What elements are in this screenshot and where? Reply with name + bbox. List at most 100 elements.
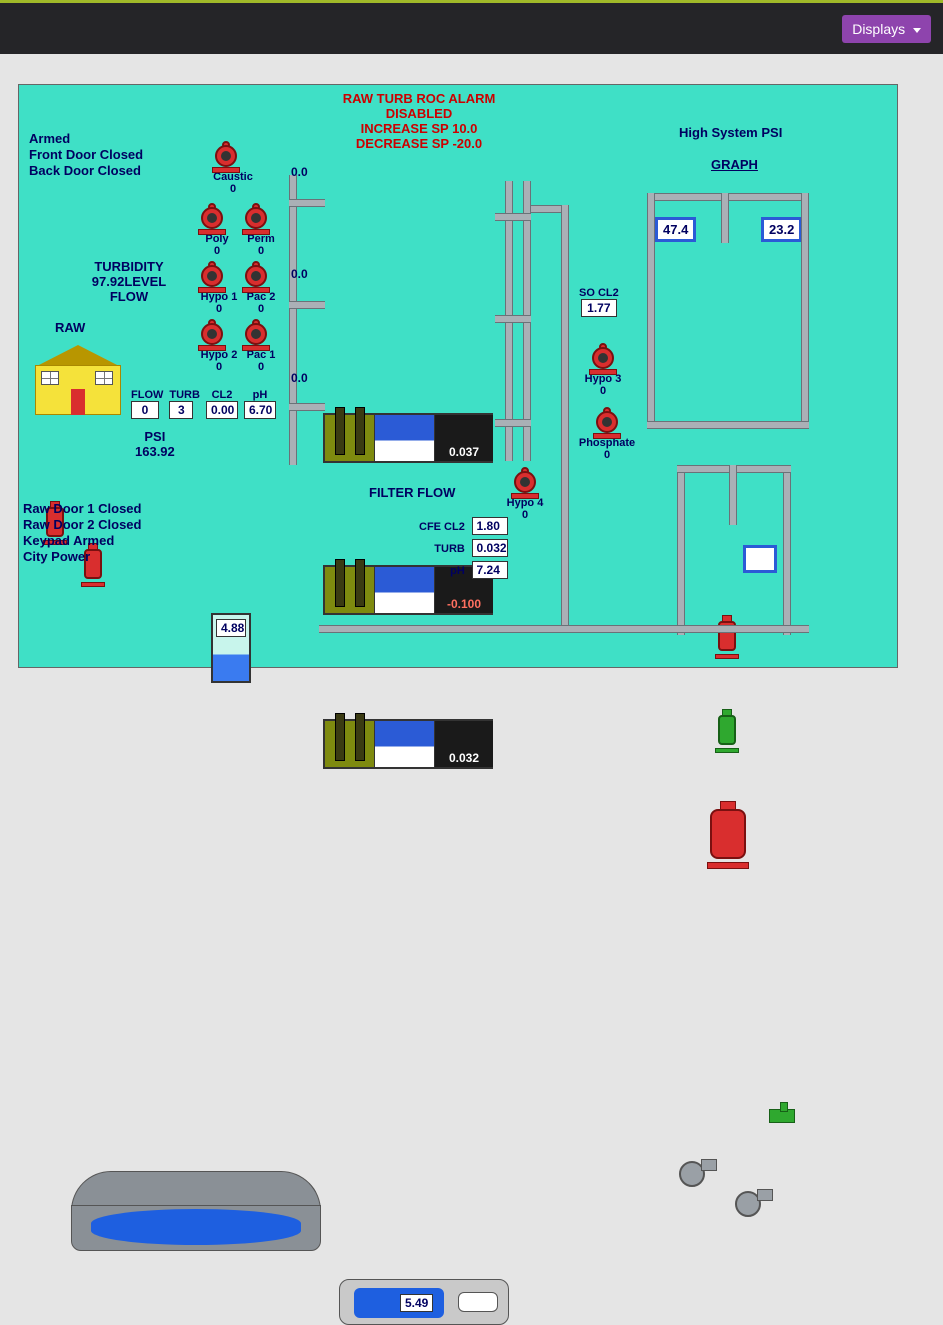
cfe-cl2-lbl: CFE CL2 <box>419 521 465 533</box>
clearwell-icon[interactable] <box>71 1171 321 1251</box>
basin-icon[interactable]: 5.49 <box>339 1279 509 1325</box>
raw-readouts: FLOW0 TURB3 CL20.00 pH6.70 <box>129 387 278 421</box>
raw-turb-val[interactable]: 3 <box>169 401 193 419</box>
pump-icon <box>241 319 271 349</box>
pump-pac1[interactable]: Pac 1 0 <box>241 319 281 373</box>
so-cl2-val[interactable]: 1.77 <box>581 299 617 317</box>
pump-phosphate-val: 0 <box>575 449 639 461</box>
chevron-down-icon <box>913 28 921 33</box>
raw-cl2-lbl: CL2 <box>206 389 238 401</box>
pump-hypo4-val: 0 <box>501 509 549 521</box>
pump-icon <box>211 141 241 171</box>
raw-ph-lbl: pH <box>244 389 276 401</box>
pump-icon <box>197 203 227 233</box>
filter-3[interactable]: 0.199 0.032 <box>323 719 493 769</box>
cfe-turb-val[interactable]: 0.032 <box>472 539 508 557</box>
pipe <box>721 193 729 243</box>
raw-ph-val[interactable]: 6.70 <box>244 401 276 419</box>
cfe-turb-lbl: TURB <box>434 543 465 555</box>
status-raw-door1: Raw Door 1 Closed <box>23 501 141 517</box>
graph-link[interactable]: GRAPH <box>711 157 758 172</box>
psi-box-2[interactable]: 23.2 <box>761 217 802 242</box>
basin-aux-icon <box>458 1292 498 1312</box>
pump-icon <box>510 467 540 497</box>
pump-hypo1-val: 0 <box>197 303 241 315</box>
pump-pac2[interactable]: Pac 2 0 <box>241 261 281 315</box>
blower-1-icon[interactable] <box>679 1159 715 1189</box>
pipe <box>289 175 297 465</box>
top-bar: Displays <box>0 0 943 54</box>
displays-dropdown[interactable]: Displays <box>842 15 931 43</box>
pump-icon <box>197 261 227 291</box>
pump-caustic[interactable]: Caustic 0 <box>211 141 255 195</box>
status-keypad: Keypad Armed <box>23 533 141 549</box>
pump-poly[interactable]: Poly 0 <box>197 203 237 257</box>
raw-cl2-val[interactable]: 0.00 <box>206 401 238 419</box>
hs-pump-large-icon[interactable] <box>707 801 749 867</box>
status-block-bottom: Raw Door 1 Closed Raw Door 2 Closed Keyp… <box>23 501 141 565</box>
filter1-flow: 0.0 <box>291 165 308 179</box>
cfe-block: CFE CL2 1.80 TURB 0.032 pH 7.24 <box>419 517 508 579</box>
pump-perm-val: 0 <box>241 245 281 257</box>
pump-icon <box>197 319 227 349</box>
pump-hypo2[interactable]: Hypo 2 0 <box>197 319 241 373</box>
pipe <box>783 465 791 635</box>
pump-icon <box>241 261 271 291</box>
pump-icon <box>588 343 618 373</box>
pump-pac2-val: 0 <box>241 303 281 315</box>
hs-pump-green-icon[interactable] <box>715 709 739 751</box>
alarm-line3: INCREASE SP 10.0 <box>319 121 519 136</box>
pump-phosphate[interactable]: Phosphate 0 <box>575 407 639 461</box>
alarm-line1: RAW TURB ROC ALARM <box>319 91 519 106</box>
so-cl2-block: SO CL2 1.77 <box>579 287 619 317</box>
filter3-flow: 0.0 <box>291 371 308 385</box>
filter3-val2: 0.032 <box>435 751 493 765</box>
filter3-level: 0.199 <box>375 751 434 765</box>
pump-hypo3-val: 0 <box>579 385 627 397</box>
turbidity-label: TURBIDITY <box>69 259 189 274</box>
cfe-cl2-val[interactable]: 1.80 <box>472 517 508 535</box>
hs-pump-red-icon[interactable] <box>715 615 739 657</box>
status-armed: Armed <box>29 131 143 147</box>
filter-1[interactable]: 0.184 0.037 <box>323 413 493 463</box>
hs-box-icon[interactable] <box>743 545 777 573</box>
pump-perm[interactable]: Perm 0 <box>241 203 281 257</box>
pump-hypo2-val: 0 <box>197 361 241 373</box>
turbidity-level-lbl: LEVEL <box>124 274 166 289</box>
status-power: City Power <box>23 549 141 565</box>
valve-green-icon[interactable] <box>769 1109 795 1123</box>
pump-caustic-val: 0 <box>211 183 255 195</box>
cfe-ph-val[interactable]: 7.24 <box>472 561 508 579</box>
psi-box-1[interactable]: 47.4 <box>655 217 696 242</box>
level-tank-icon[interactable]: 4.88 <box>211 613 251 683</box>
pump-hypo4[interactable]: Hypo 4 0 <box>501 467 549 521</box>
pipe <box>647 193 655 423</box>
pipe <box>561 205 569 625</box>
raw-turb-lbl: TURB <box>169 389 200 401</box>
pipe <box>677 465 685 635</box>
turbidity-flow-lbl: FLOW <box>69 289 189 304</box>
alarm-line2: DISABLED <box>319 106 519 121</box>
filter1-level: 0.184 <box>375 445 434 459</box>
blower-2-icon[interactable] <box>735 1189 771 1219</box>
raw-psi-block: PSI 163.92 <box>135 429 175 459</box>
pump-hypo3[interactable]: Hypo 3 0 <box>579 343 627 397</box>
pump-hypo1[interactable]: Hypo 1 0 <box>197 261 241 315</box>
raw-flow-val[interactable]: 0 <box>131 401 159 419</box>
filter2-level: 0.128 <box>375 597 434 611</box>
pump-icon <box>241 203 271 233</box>
pipe <box>289 403 325 411</box>
pipe <box>495 213 531 221</box>
pump-icon <box>592 407 622 437</box>
pipe <box>531 205 561 213</box>
pipe <box>289 199 325 207</box>
alarm-line4: DECREASE SP -20.0 <box>319 136 519 151</box>
scada-canvas: RAW TURB ROC ALARM DISABLED INCREASE SP … <box>18 84 898 668</box>
status-raw-door2: Raw Door 2 Closed <box>23 517 141 533</box>
raw-psi-val: 163.92 <box>135 444 175 459</box>
alarm-block: RAW TURB ROC ALARM DISABLED INCREASE SP … <box>319 91 519 151</box>
status-back-door: Back Door Closed <box>29 163 143 179</box>
turbidity-block: TURBIDITY 97.92LEVEL FLOW <box>69 259 189 304</box>
status-block-top: Armed Front Door Closed Back Door Closed <box>29 131 143 179</box>
pipe <box>495 315 531 323</box>
